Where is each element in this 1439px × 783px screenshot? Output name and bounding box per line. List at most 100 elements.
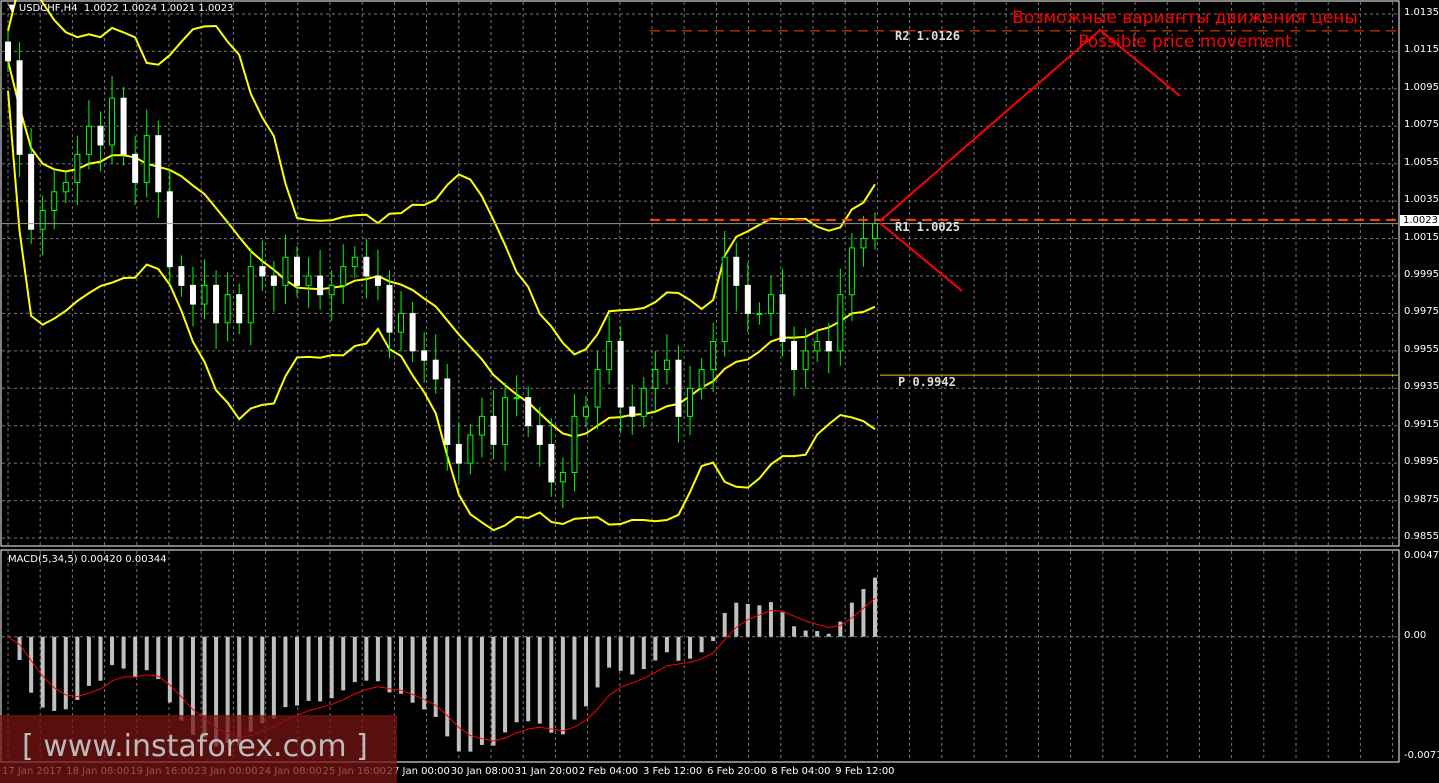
- macd-bar: [341, 636, 346, 691]
- macd-bar: [167, 636, 172, 703]
- macd-bar: [653, 636, 658, 661]
- candle-body: [305, 275, 312, 286]
- macd-bar: [861, 589, 866, 637]
- candle-body: [767, 294, 774, 314]
- pivot-label: P 0.9942: [898, 375, 956, 389]
- macd-bar: [52, 636, 57, 711]
- candle-body: [294, 256, 300, 286]
- candle-body: [502, 397, 509, 445]
- candle-body: [259, 266, 266, 277]
- macd-bar: [780, 612, 785, 637]
- price-tick: 1.0135: [1404, 7, 1439, 18]
- macd-bar: [144, 636, 149, 671]
- macd-bar: [479, 636, 484, 745]
- candle-body: [825, 341, 832, 352]
- macd-bar: [722, 612, 727, 637]
- macd-bar: [595, 636, 600, 688]
- candle-body: [109, 97, 116, 146]
- macd-bar: [526, 636, 531, 722]
- price-tick: 0.9975: [1404, 306, 1439, 318]
- macd-bar: [618, 636, 623, 671]
- macd-bar: [734, 602, 739, 637]
- macd-bar: [572, 636, 577, 720]
- macd-bar: [98, 636, 103, 681]
- candle-body: [872, 223, 878, 240]
- price-tick: 0.9995: [1404, 269, 1439, 280]
- candle-body: [386, 284, 393, 333]
- macd-bar: [110, 636, 115, 666]
- candle-body: [51, 191, 58, 212]
- candle-body: [490, 415, 497, 445]
- bollinger-bands: [7, 0, 876, 532]
- price-chart[interactable]: [0, 0, 1439, 783]
- macd-bar: [75, 636, 80, 700]
- price-tick: 0.9915: [1404, 418, 1439, 430]
- time-label: 8 Feb 04:00: [771, 766, 831, 777]
- symbol: USDCHF,H4: [18, 3, 78, 14]
- macd-bar: [815, 631, 820, 637]
- candle-body: [398, 312, 405, 333]
- price-tick: 1.0095: [1404, 81, 1439, 93]
- candle-body: [640, 387, 647, 417]
- macd-bar: [295, 636, 299, 706]
- time-label: 31 Jan 20:00: [514, 766, 579, 777]
- candle-body: [74, 153, 81, 183]
- macd-bar: [503, 636, 508, 733]
- up-scenario-arrow: [879, 28, 1181, 222]
- time-label: 2 Feb 04:00: [578, 766, 639, 777]
- macd-bar: [688, 636, 693, 659]
- candle-body: [85, 125, 92, 155]
- candle-body: [583, 406, 589, 417]
- macd-bar: [630, 636, 635, 675]
- macd-bar: [849, 602, 854, 637]
- macd-bar: [607, 636, 612, 668]
- macd-bar: [445, 636, 450, 737]
- candle-body: [675, 359, 682, 417]
- candle-body: [282, 256, 289, 286]
- candle-body: [236, 294, 243, 324]
- candle-body: [432, 359, 439, 380]
- macd-header: MACD(5,34,5) 0.00420 0.00344: [8, 554, 167, 565]
- candle-body: [837, 294, 844, 352]
- candle-body: [178, 266, 185, 286]
- macd-bar: [17, 636, 22, 660]
- macd-bar: [873, 577, 877, 637]
- macd-bar: [537, 636, 542, 724]
- macd-bar: [514, 636, 519, 723]
- candle-body: [571, 415, 578, 474]
- macd-bar: [86, 636, 91, 686]
- candle-body: [594, 369, 601, 408]
- candle-body: [62, 181, 69, 193]
- macd-bar: [179, 636, 184, 721]
- candle-body: [629, 406, 636, 417]
- price-tick: 0.9895: [1404, 456, 1439, 468]
- time-label: 9 Feb 12:00: [835, 766, 895, 777]
- candle-body: [16, 60, 23, 155]
- macd-tick: -0.00715: [1404, 750, 1439, 761]
- candle-body: [444, 378, 451, 445]
- candle-body: [536, 425, 543, 445]
- price-tick: 0.9875: [1404, 493, 1439, 505]
- macd-bar: [456, 636, 461, 752]
- price-tick: 1.0035: [1404, 194, 1439, 206]
- macd-bar: [364, 636, 369, 681]
- macd-bar: [410, 636, 415, 703]
- macd-bar: [676, 636, 681, 661]
- macd-bar: [156, 636, 161, 680]
- macd-bar: [826, 633, 831, 637]
- macd-bar: [63, 636, 68, 710]
- symbol-header: ▼ USDCHF,H4 1.0022 1.0024 1.0021 1.0023: [8, 3, 234, 14]
- candle-body: [120, 97, 127, 155]
- macd-bar: [318, 636, 323, 702]
- candle-body: [224, 294, 231, 324]
- macd-bar: [40, 636, 45, 708]
- price-tick: 0.9955: [1404, 343, 1439, 355]
- macd-bar: [329, 636, 334, 699]
- candle-body: [28, 153, 35, 230]
- candle-body: [744, 284, 751, 314]
- candle-body: [132, 153, 139, 183]
- macd-bar: [641, 636, 646, 670]
- candle-body: [814, 341, 821, 352]
- candle-body: [39, 210, 46, 230]
- candle-body: [317, 275, 324, 296]
